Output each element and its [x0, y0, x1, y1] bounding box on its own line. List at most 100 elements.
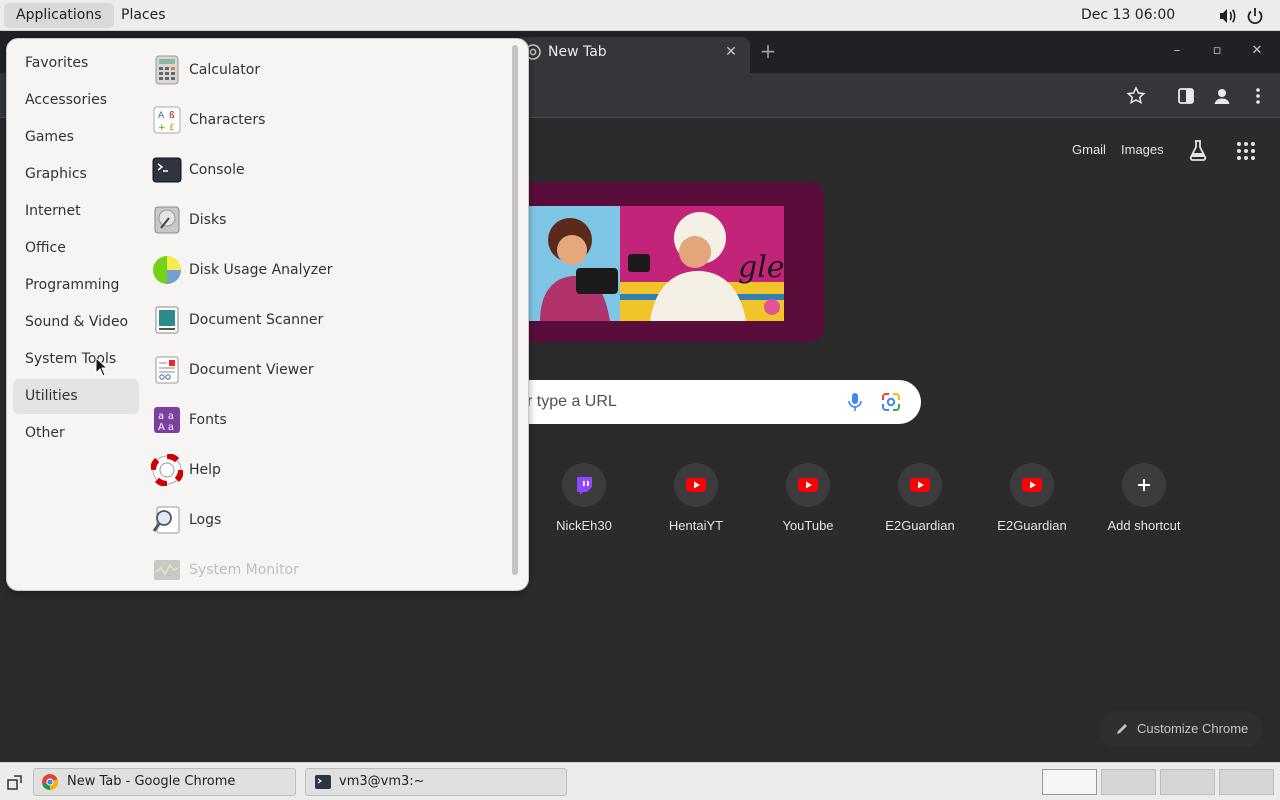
svg-text:+: +: [158, 123, 166, 133]
app-logs[interactable]: Logs: [147, 498, 507, 542]
plus-icon: [1138, 479, 1150, 491]
microphone-icon[interactable]: [846, 392, 864, 412]
side-panel-icon[interactable]: [1175, 85, 1197, 107]
shortcut-label: E2Guardian: [997, 518, 1067, 533]
scanner-icon: [155, 306, 179, 334]
search-box[interactable]: r type a URL: [500, 380, 921, 424]
search-placeholder: r type a URL: [527, 393, 617, 410]
app-label: Console: [189, 162, 245, 178]
svg-text:A: A: [158, 111, 165, 121]
shortcut-tile[interactable]: YouTube: [752, 458, 864, 558]
shortcut-icon-circle: [674, 463, 718, 507]
images-link[interactable]: Images: [1121, 142, 1164, 157]
taskbar-chrome-window[interactable]: New Tab - Google Chrome: [33, 768, 296, 796]
maximize-icon[interactable]: ▫: [1207, 41, 1227, 61]
shortcut-tile[interactable]: E2Guardian: [976, 458, 1088, 558]
shortcut-tile[interactable]: NickEh30: [528, 458, 640, 558]
calculator-icon: [155, 55, 179, 85]
power-icon[interactable]: [1245, 6, 1265, 26]
app-label: Fonts: [189, 412, 227, 428]
category-system-tools[interactable]: System Tools: [13, 342, 139, 377]
shortcut-label: NickEh30: [556, 518, 612, 533]
labs-flask-icon[interactable]: [1186, 138, 1210, 162]
mouse-cursor-icon: [95, 357, 107, 377]
app-fonts[interactable]: a a A a Fonts: [147, 398, 507, 442]
svg-text:a: a: [168, 411, 174, 422]
taskbar-item-label: New Tab - Google Chrome: [67, 774, 236, 789]
shortcut-label: Add shortcut: [1107, 518, 1181, 533]
shortcut-label: YouTube: [782, 518, 834, 533]
svg-text:£: £: [169, 123, 175, 133]
apps-grid-icon[interactable]: [1235, 140, 1257, 162]
terminal-icon: [315, 775, 331, 789]
app-label: Help: [189, 462, 221, 478]
logs-icon: [152, 506, 180, 534]
twitch-icon: [577, 477, 592, 495]
workspace-4[interactable]: [1219, 769, 1274, 795]
shortcut-tile[interactable]: HentaiYT: [640, 458, 752, 558]
fonts-icon: a a A a: [154, 407, 180, 433]
app-system-monitor[interactable]: System Monitor: [147, 548, 507, 590]
top-panel: Applications Places Dec 13 06:00: [0, 0, 1280, 31]
app-disk-usage-analyzer[interactable]: Disk Usage Analyzer: [147, 248, 507, 292]
applications-menu-button[interactable]: Applications: [4, 3, 114, 28]
add-shortcut-tile[interactable]: Add shortcut: [1088, 458, 1200, 558]
app-console[interactable]: Console: [147, 148, 507, 192]
profile-icon[interactable]: [1211, 85, 1233, 107]
app-calculator[interactable]: Calculator: [147, 48, 507, 92]
volume-icon[interactable]: [1217, 6, 1237, 26]
youtube-icon: [910, 478, 930, 492]
svg-text:a: a: [158, 411, 164, 422]
shortcut-tile[interactable]: E2Guardian: [864, 458, 976, 558]
app-document-scanner[interactable]: Document Scanner: [147, 298, 507, 342]
category-graphics[interactable]: Graphics: [13, 157, 139, 192]
console-icon: [152, 157, 182, 183]
category-programming[interactable]: Programming: [13, 268, 139, 303]
shortcut-icon-circle: [562, 463, 606, 507]
bookmark-star-icon[interactable]: [1125, 85, 1147, 107]
clock[interactable]: Dec 13 06:00: [1081, 0, 1175, 31]
shortcut-icon-circle: [898, 463, 942, 507]
category-sound-video[interactable]: Sound & Video: [13, 305, 139, 340]
category-games[interactable]: Games: [13, 120, 139, 155]
google-doodle[interactable]: gle: [510, 182, 824, 342]
shortcut-icon-circle: [1010, 463, 1054, 507]
taskbar-terminal-window[interactable]: vm3@vm3:~: [305, 768, 567, 796]
tab-new-tab[interactable]: New Tab ✕: [515, 37, 750, 73]
shortcut-label: E2Guardian: [885, 518, 955, 533]
gmail-link[interactable]: Gmail: [1072, 142, 1106, 157]
characters-icon: A ß + £: [153, 106, 181, 134]
category-other[interactable]: Other: [13, 416, 139, 451]
google-lens-icon[interactable]: [881, 392, 901, 412]
app-label: Document Viewer: [189, 362, 314, 378]
customize-chrome-button[interactable]: Customize Chrome: [1099, 711, 1262, 747]
menu-scrollbar[interactable]: [512, 45, 518, 575]
show-desktop-icon[interactable]: [6, 773, 24, 791]
places-menu-button[interactable]: Places: [109, 3, 178, 28]
close-window-icon[interactable]: ✕: [1247, 41, 1267, 61]
minimize-icon[interactable]: –: [1167, 41, 1187, 61]
app-document-viewer[interactable]: Document Viewer: [147, 348, 507, 392]
disks-icon: [154, 206, 180, 234]
category-utilities[interactable]: Utilities: [13, 379, 139, 414]
new-tab-button[interactable]: +: [758, 40, 778, 62]
system-monitor-icon: [154, 560, 180, 580]
app-help[interactable]: Help: [147, 448, 507, 492]
workspace-3[interactable]: [1160, 769, 1215, 795]
applications-menu: Favorites Accessories Games Graphics Int…: [6, 38, 529, 591]
more-menu-icon[interactable]: [1247, 85, 1269, 107]
category-accessories[interactable]: Accessories: [13, 83, 139, 118]
category-office[interactable]: Office: [13, 231, 139, 266]
close-tab-icon[interactable]: ✕: [722, 43, 740, 61]
category-favorites[interactable]: Favorites: [13, 46, 139, 81]
app-label: Disk Usage Analyzer: [189, 262, 333, 278]
app-disks[interactable]: Disks: [147, 198, 507, 242]
workspace-2[interactable]: [1101, 769, 1156, 795]
workspace-1[interactable]: [1042, 769, 1097, 795]
category-internet[interactable]: Internet: [13, 194, 139, 229]
document-viewer-icon: [155, 356, 179, 384]
app-characters[interactable]: A ß + £ Characters: [147, 98, 507, 142]
svg-text:ß: ß: [169, 111, 175, 121]
taskbar-item-label: vm3@vm3:~: [339, 774, 425, 789]
app-label: Logs: [189, 512, 222, 528]
